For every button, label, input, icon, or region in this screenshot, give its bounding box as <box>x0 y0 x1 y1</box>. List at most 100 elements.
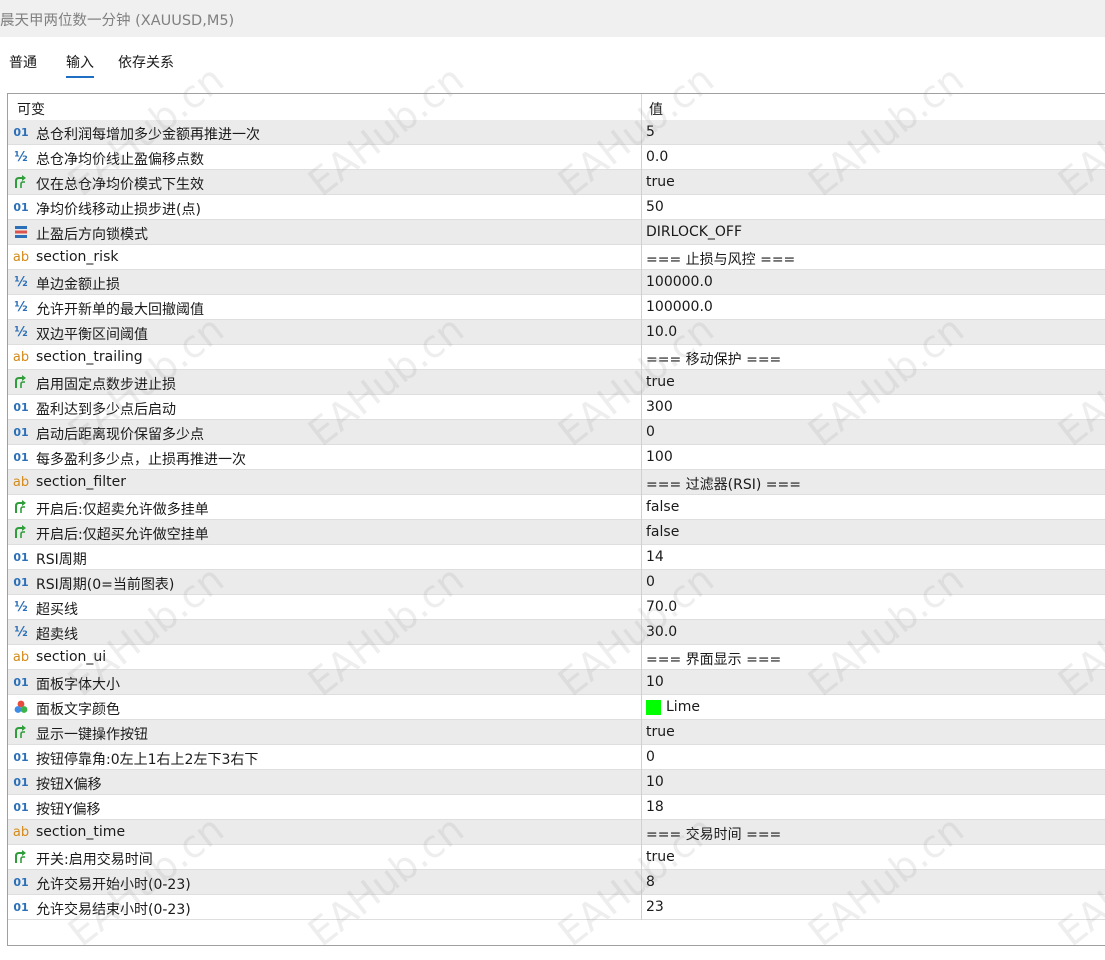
table-row[interactable]: 01 允许交易开始小时(0-23) 8 <box>8 870 1105 895</box>
variable-name: 超卖线 <box>36 627 78 643</box>
variable-name: 允许开新单的最大回撤阈值 <box>36 302 204 318</box>
table-row[interactable]: ab section_ui === 界面显示 === <box>8 645 1105 670</box>
table-row[interactable]: ½ 单边金额止损 100000.0 <box>8 270 1105 295</box>
bool-icon <box>12 848 30 866</box>
column-divider <box>641 345 642 370</box>
variable-name: 显示一键操作按钮 <box>36 727 148 743</box>
variable-value[interactable]: true <box>646 174 675 190</box>
value-text: true <box>646 374 675 390</box>
column-divider <box>641 720 642 745</box>
variable-value[interactable]: false <box>646 524 679 540</box>
double-icon: ½ <box>14 274 28 290</box>
table-row[interactable]: 01 RSI周期(0=当前图表) 0 <box>8 570 1105 595</box>
value-text: true <box>646 174 675 190</box>
variable-value[interactable]: true <box>646 724 675 740</box>
variable-value[interactable]: 0.0 <box>646 149 668 165</box>
int-icon: 01 <box>13 550 29 564</box>
variable-value[interactable]: 5 <box>646 124 655 140</box>
tab-general[interactable]: 普通 <box>9 52 37 76</box>
variable-value[interactable]: 23 <box>646 899 664 915</box>
table-row[interactable]: 启用固定点数步进止损 true <box>8 370 1105 395</box>
variable-value[interactable]: 70.0 <box>646 599 677 615</box>
variable-value[interactable]: 100 <box>646 449 673 465</box>
table-row[interactable]: ½ 双边平衡区间阈值 10.0 <box>8 320 1105 345</box>
variable-value[interactable]: 30.0 <box>646 624 677 640</box>
table-row[interactable]: ab section_trailing === 移动保护 === <box>8 345 1105 370</box>
column-divider <box>641 745 642 770</box>
table-row[interactable]: 01 允许交易结束小时(0-23) 23 <box>8 895 1105 920</box>
variable-value[interactable]: 50 <box>646 199 664 215</box>
variable-value[interactable]: 10.0 <box>646 324 677 340</box>
value-text: true <box>646 724 675 740</box>
table-row[interactable]: ½ 允许开新单的最大回撤阈值 100000.0 <box>8 295 1105 320</box>
table-row[interactable]: 01 RSI周期 14 <box>8 545 1105 570</box>
header-value[interactable]: 值 <box>649 99 663 119</box>
variable-value[interactable]: false <box>646 499 679 515</box>
value-text: 8 <box>646 874 655 890</box>
variable-value[interactable]: Lime <box>646 699 700 715</box>
string-icon: ab <box>12 474 30 490</box>
int-icon: 01 <box>13 575 29 589</box>
table-row[interactable]: ½ 超买线 70.0 <box>8 595 1105 620</box>
variable-name: 超买线 <box>36 602 78 618</box>
table-row[interactable]: 01 按钮X偏移 10 <box>8 770 1105 795</box>
table-row[interactable]: 仅在总仓净均价模式下生效 true <box>8 170 1105 195</box>
variable-value[interactable]: === 过滤器(RSI) === <box>646 474 801 494</box>
table-row[interactable]: 01 启动后距离现价保留多少点 0 <box>8 420 1105 445</box>
int-icon: 01 <box>13 750 29 764</box>
variable-value[interactable]: 100000.0 <box>646 299 713 315</box>
value-text: 0 <box>646 424 655 440</box>
tab-dependencies[interactable]: 依存关系 <box>118 52 174 76</box>
tab-inputs[interactable]: 输入 <box>66 52 94 78</box>
table-row[interactable]: ½ 超卖线 30.0 <box>8 620 1105 645</box>
variable-value[interactable]: 100000.0 <box>646 274 713 290</box>
value-text: === 移动保护 === <box>646 352 782 368</box>
table-row[interactable]: ab section_risk === 止损与风控 === <box>8 245 1105 270</box>
variable-name: 单边金额止损 <box>36 277 120 293</box>
variable-value[interactable]: === 交易时间 === <box>646 824 781 844</box>
table-row[interactable]: 01 面板字体大小 10 <box>8 670 1105 695</box>
variable-value[interactable]: 18 <box>646 799 664 815</box>
table-row[interactable]: 01 总仓利润每增加多少金额再推进一次 5 <box>8 120 1105 145</box>
table-row[interactable]: 01 盈利达到多少点后启动 300 <box>8 395 1105 420</box>
variable-name: section_filter <box>36 474 126 490</box>
variable-value[interactable]: === 移动保护 === <box>646 349 781 369</box>
int-icon: 01 <box>13 900 29 914</box>
table-row[interactable]: 开启后:仅超买允许做空挂单 false <box>8 520 1105 545</box>
table-row[interactable]: ½ 总仓净均价线止盈偏移点数 0.0 <box>8 145 1105 170</box>
column-divider <box>641 545 642 570</box>
variable-value[interactable]: 0 <box>646 424 655 440</box>
table-row[interactable]: 止盈后方向锁模式 DIRLOCK_OFF <box>8 220 1105 245</box>
variable-value[interactable]: 10 <box>646 674 664 690</box>
variable-name: RSI周期 <box>36 552 87 568</box>
table-row[interactable]: 显示一键操作按钮 true <box>8 720 1105 745</box>
variable-value[interactable]: 8 <box>646 874 655 890</box>
variable-value[interactable]: true <box>646 849 675 865</box>
table-row[interactable]: 开关:启用交易时间 true <box>8 845 1105 870</box>
table-row[interactable]: 01 净均价线移动止损步进(点) 50 <box>8 195 1105 220</box>
table-row[interactable]: 开启后:仅超卖允许做多挂单 false <box>8 495 1105 520</box>
variable-value[interactable]: 300 <box>646 399 673 415</box>
header-variable[interactable]: 可变 <box>17 99 45 119</box>
variable-value[interactable]: 0 <box>646 749 655 765</box>
variable-name: 双边平衡区间阈值 <box>36 327 148 343</box>
variable-name: section_ui <box>36 649 107 665</box>
variable-value[interactable]: === 界面显示 === <box>646 649 781 669</box>
table-row[interactable]: 面板文字颜色 Lime <box>8 695 1105 720</box>
variable-value[interactable]: 10 <box>646 774 664 790</box>
column-divider <box>641 870 642 895</box>
table-row[interactable]: ab section_time === 交易时间 === <box>8 820 1105 845</box>
header-divider[interactable] <box>641 94 642 120</box>
variable-value[interactable]: 0 <box>646 574 655 590</box>
variable-value[interactable]: 14 <box>646 549 664 565</box>
table-row[interactable]: 01 按钮停靠角:0左上1右上2左下3右下 0 <box>8 745 1105 770</box>
variable-value[interactable]: === 止损与风控 === <box>646 249 795 269</box>
table-row[interactable]: 01 每多盈利多少点，止损再推进一次 100 <box>8 445 1105 470</box>
int-icon: 01 <box>13 875 29 889</box>
column-divider <box>641 470 642 495</box>
variable-value[interactable]: true <box>646 374 675 390</box>
table-row[interactable]: 01 按钮Y偏移 18 <box>8 795 1105 820</box>
variable-name: 面板文字颜色 <box>36 702 120 718</box>
table-row[interactable]: ab section_filter === 过滤器(RSI) === <box>8 470 1105 495</box>
variable-value[interactable]: DIRLOCK_OFF <box>646 224 742 240</box>
